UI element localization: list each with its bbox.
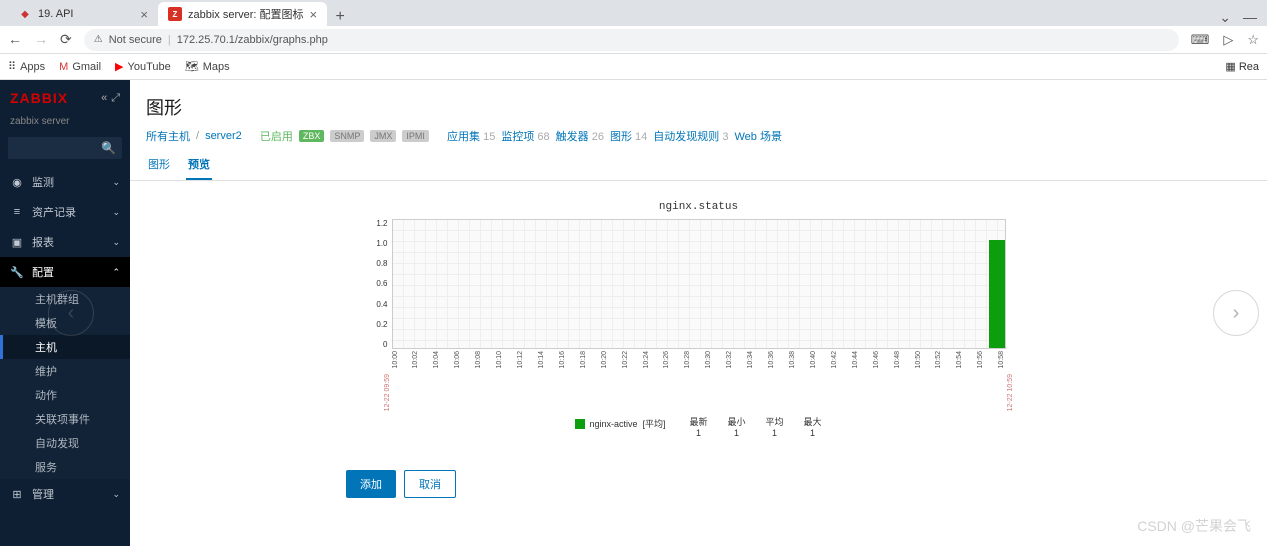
translate-icon[interactable]: ⌨ (1191, 32, 1210, 48)
nav-reload-icon[interactable]: ⟳ (60, 31, 72, 48)
prev-arrow[interactable]: ‹ (48, 290, 94, 336)
send-icon[interactable]: ▷ (1223, 32, 1233, 48)
subnav-discovery[interactable]: 自动发现 (0, 431, 130, 455)
bc-items[interactable]: 监控项 (501, 131, 534, 143)
subnav-hosts[interactable]: 主机 (0, 335, 130, 359)
page-title: 图形 (130, 80, 1267, 128)
plot-area (392, 219, 1006, 349)
next-arrow[interactable]: › (1213, 290, 1259, 336)
nav-reports[interactable]: ▣报表⌄ (0, 227, 130, 257)
bc-enabled: 已启用 (260, 128, 293, 144)
reading-list-button[interactable]: ▦ Rea (1225, 60, 1259, 73)
chevron-down-icon: ⌄ (112, 237, 120, 248)
bc-discovery[interactable]: 自动发现规则 (653, 131, 719, 143)
nav-inventory[interactable]: ≡资产记录⌄ (0, 197, 130, 227)
subnav-maintenance[interactable]: 维护 (0, 359, 130, 383)
security-text: Not secure (109, 34, 162, 46)
nav-configuration[interactable]: 🔧配置⌃ (0, 257, 130, 287)
address-bar: ← → ⟳ ⚠ Not secure | 172.25.70.1/zabbix/… (0, 26, 1267, 54)
star-icon[interactable]: ☆ (1247, 32, 1259, 48)
url-text: 172.25.70.1/zabbix/graphs.php (177, 34, 328, 46)
window-minimize-icon[interactable]: — (1243, 9, 1257, 26)
close-icon[interactable]: × (140, 7, 148, 22)
subtabs: 图形 预览 (130, 152, 1267, 181)
watermark: CSDN @芒果会飞 (1137, 516, 1251, 536)
chevron-down-icon: ⌄ (112, 207, 120, 218)
subnav-services[interactable]: 服务 (0, 455, 130, 479)
new-tab-button[interactable]: + (327, 8, 353, 26)
tab-icon: Z (168, 7, 182, 21)
list-icon: ≡ (10, 206, 24, 218)
window-chevron-icon[interactable]: ⌄ (1219, 9, 1231, 26)
report-icon: ▣ (10, 236, 24, 249)
tab-title: 19. API (38, 8, 73, 20)
legend-series: nginx-active (589, 419, 637, 429)
bc-triggers[interactable]: 触发器 (556, 131, 589, 143)
wrench-icon: 🔧 (10, 266, 24, 279)
legend-swatch (575, 419, 585, 429)
url-input[interactable]: ⚠ Not secure | 172.25.70.1/zabbix/graphs… (84, 29, 1179, 51)
tab-icon: ◆ (18, 7, 32, 21)
jmx-tag: JMX (370, 130, 396, 142)
ipmi-tag: IPMI (402, 130, 429, 142)
nav-monitoring[interactable]: ◉监测⌄ (0, 167, 130, 197)
chart-legend: nginx-active [平均] 最新1 最小1 平均1 最大1 (170, 417, 1227, 440)
collapse-icon[interactable]: ⤢ (111, 92, 120, 105)
data-bar (989, 240, 1005, 348)
subnav-correlation[interactable]: 关联项事件 (0, 407, 130, 431)
browser-tab-2[interactable]: Z zabbix server: 配置图标 × (158, 2, 327, 26)
x-range-start: 12-22 09:59 (384, 374, 391, 414)
search-input[interactable]: 🔍 (8, 137, 122, 159)
bc-apps[interactable]: 应用集 (447, 131, 480, 143)
bookmarks-bar: ⠿ Apps M Gmail ▶ YouTube 🗺 Maps ▦ Rea (0, 54, 1267, 80)
insecure-icon: ⚠ (94, 34, 103, 45)
apps-button[interactable]: ⠿ Apps (8, 60, 45, 73)
snmp-tag: SNMP (330, 130, 364, 142)
nav-administration[interactable]: ⊞管理⌄ (0, 479, 130, 509)
collapse-icon[interactable]: « (101, 92, 107, 105)
logo[interactable]: ZABBIX (10, 90, 68, 106)
bookmark-gmail[interactable]: M Gmail (59, 61, 101, 73)
cancel-button[interactable]: 取消 (404, 470, 456, 498)
x-axis: 10:0010:0210:0410:0610:0810:1010:1210:14… (392, 351, 1006, 369)
browser-tab-strip: ◆ 19. API × Z zabbix server: 配置图标 × + ⌄ … (0, 0, 1267, 26)
bc-all-hosts[interactable]: 所有主机 (146, 128, 190, 144)
breadcrumb: 所有主机 / server2 已启用 ZBX SNMP JMX IPMI 应用集… (130, 128, 1267, 152)
search-icon: 🔍 (101, 141, 116, 155)
bc-host[interactable]: server2 (205, 130, 242, 142)
bookmark-youtube[interactable]: ▶ YouTube (115, 60, 171, 73)
subnav-actions[interactable]: 动作 (0, 383, 130, 407)
close-icon[interactable]: × (310, 7, 318, 22)
bc-web[interactable]: Web 场景 (734, 131, 781, 143)
subtab-graph[interactable]: 图形 (146, 152, 172, 180)
chevron-up-icon: ⌃ (112, 267, 120, 278)
chart-plot: 1.21.00.80.60.40.20 10:0010:0210:0410:06… (392, 219, 1006, 369)
main-content: 图形 所有主机 / server2 已启用 ZBX SNMP JMX IPMI … (130, 80, 1267, 546)
browser-tab-1[interactable]: ◆ 19. API × (8, 2, 158, 26)
x-range-end: 12-22 10:59 (1007, 374, 1014, 414)
tab-title: zabbix server: 配置图标 (188, 6, 304, 22)
y-axis: 1.21.00.80.60.40.20 (368, 219, 388, 349)
bookmark-maps[interactable]: 🗺 Maps (185, 60, 230, 73)
subtab-preview[interactable]: 预览 (186, 152, 212, 180)
chevron-down-icon: ⌄ (112, 489, 120, 500)
nav-forward-icon[interactable]: → (34, 31, 48, 48)
nav-back-icon[interactable]: ← (8, 31, 22, 48)
server-name: zabbix server (0, 116, 130, 133)
chart-title: nginx.status (170, 201, 1227, 213)
chevron-down-icon: ⌄ (112, 177, 120, 188)
add-button[interactable]: 添加 (346, 470, 396, 498)
zbx-tag: ZBX (299, 130, 325, 142)
bc-graphs[interactable]: 图形 (610, 131, 632, 143)
gear-icon: ⊞ (10, 488, 24, 501)
eye-icon: ◉ (10, 176, 24, 189)
